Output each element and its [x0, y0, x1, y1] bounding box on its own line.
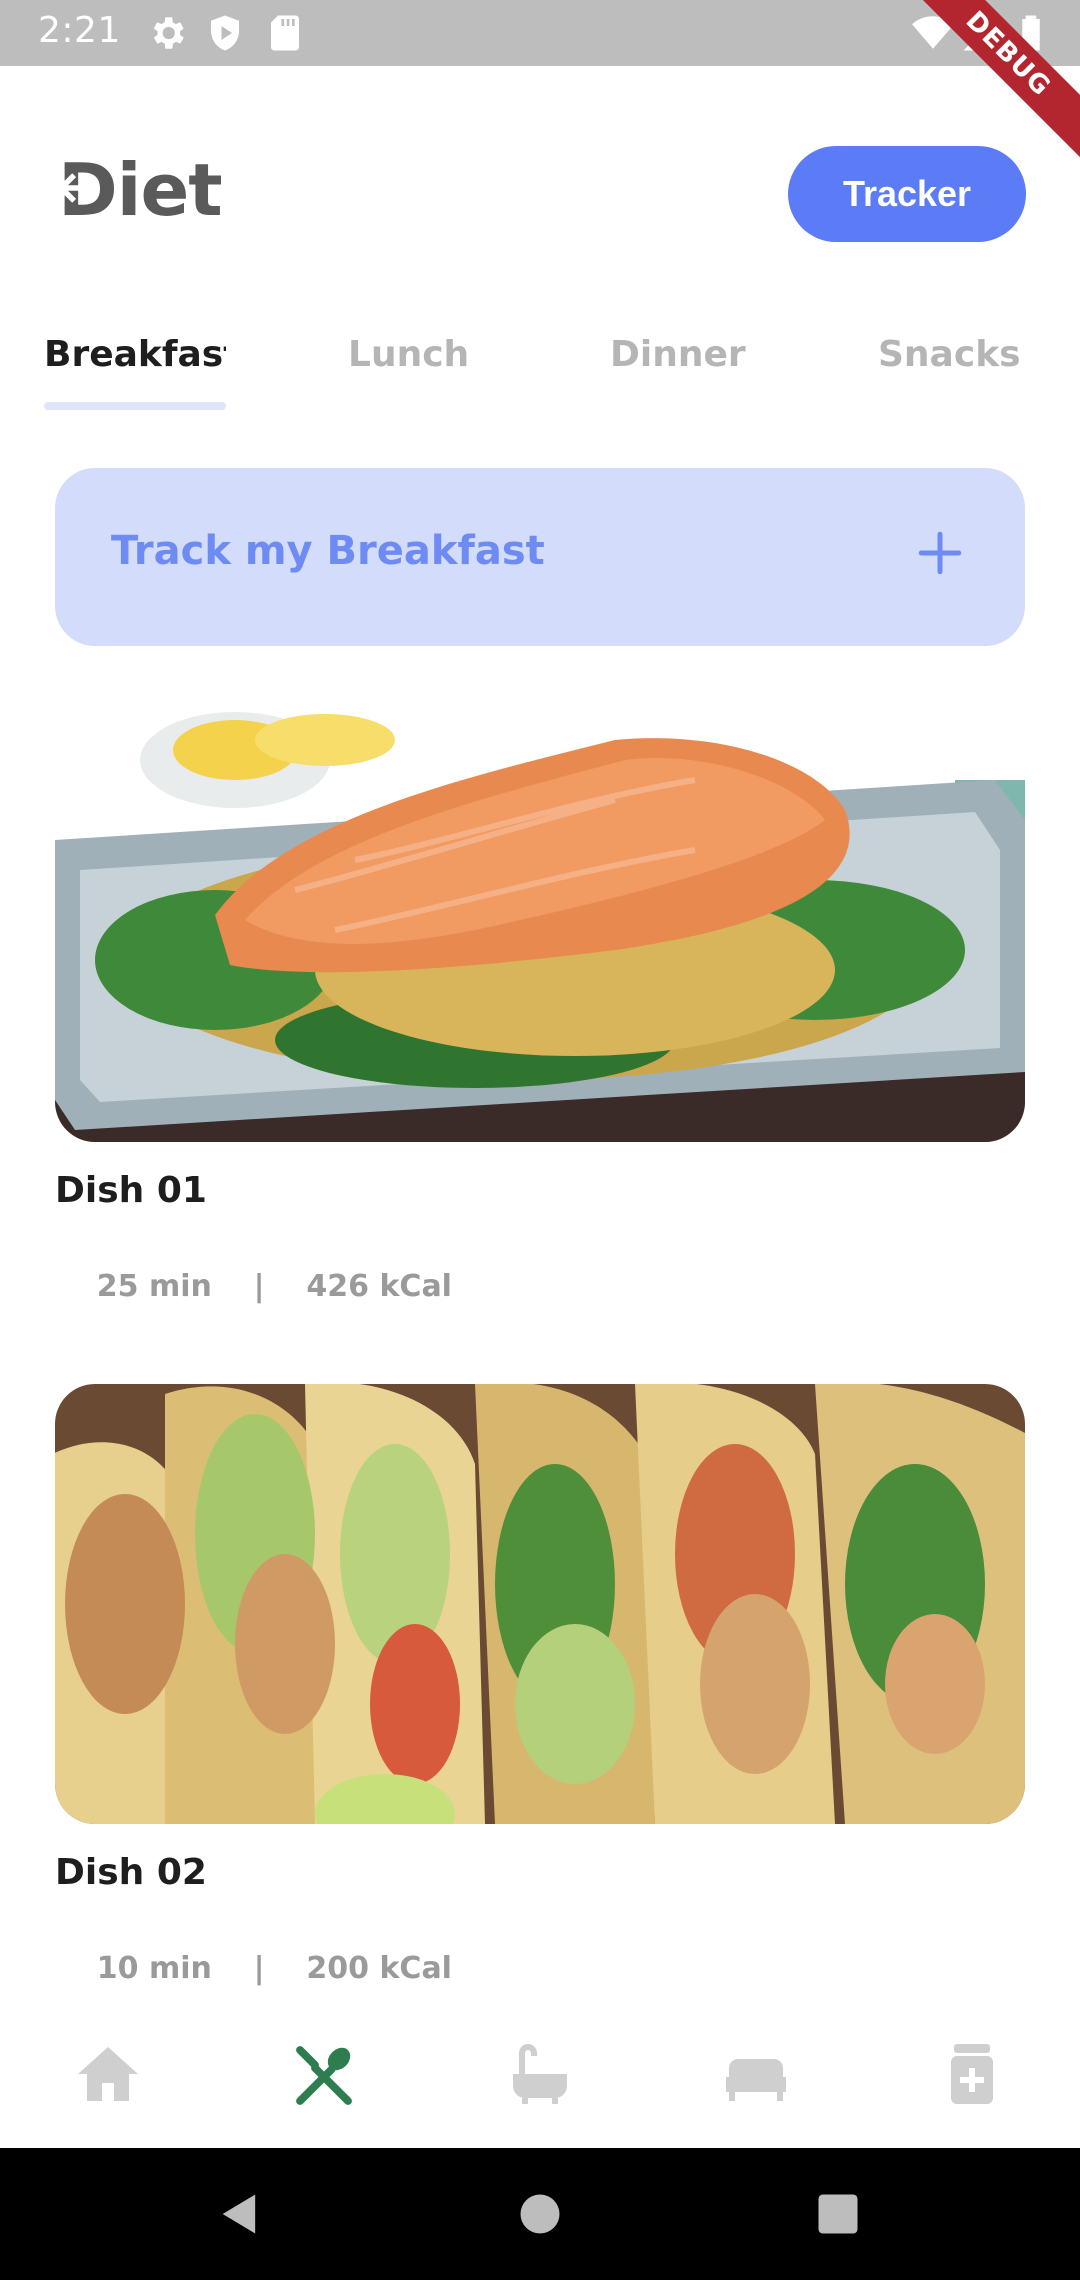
- medicine-icon[interactable]: [936, 2038, 1008, 2110]
- tab-dinner[interactable]: Dinner: [610, 334, 746, 375]
- fork-knife-icon[interactable]: [288, 2038, 360, 2110]
- play-protect-icon: [211, 15, 239, 51]
- status-bar: 2:21 DEBUG: [0, 0, 1080, 162]
- meta-separator: |: [253, 1951, 265, 1986]
- sd-card-icon: [271, 15, 299, 51]
- track-meal-card[interactable]: Track my Breakfast: [55, 468, 1025, 646]
- dish-name: Dish 01: [55, 1170, 207, 1211]
- dish-image: [55, 700, 1025, 1142]
- back-icon[interactable]: [214, 2188, 266, 2240]
- header: Diet Tracker: [0, 66, 1080, 306]
- dish-image: [55, 1384, 1025, 1824]
- active-tab-indicator: [44, 402, 226, 410]
- dish-card[interactable]: Dish 02 10 min | 200 kCal: [55, 1384, 1025, 1986]
- dish-calories: 200 kCal: [306, 1951, 452, 1986]
- dish-time: 10 min: [96, 1951, 212, 1986]
- recents-icon[interactable]: [812, 2188, 864, 2240]
- dish-meta: 25 min | 426 kCal: [55, 1234, 452, 1339]
- home-icon[interactable]: [72, 2038, 144, 2110]
- bed-icon[interactable]: [720, 2038, 792, 2110]
- track-meal-label: Track my Breakfast: [111, 528, 545, 574]
- tracker-button[interactable]: Tracker: [788, 146, 1026, 242]
- bathtub-icon[interactable]: [504, 2038, 576, 2110]
- tab-snacks[interactable]: Snacks: [878, 334, 1021, 375]
- back-arrow-icon[interactable]: [54, 166, 98, 210]
- dish-calories: 426 kCal: [306, 1269, 452, 1304]
- plus-icon[interactable]: [915, 528, 965, 578]
- meal-tabs: Breakfast Lunch Dinner Snacks: [0, 320, 1080, 420]
- bottom-navigation: [0, 2000, 1080, 2148]
- dish-name: Dish 02: [55, 1852, 207, 1893]
- tab-lunch[interactable]: Lunch: [348, 334, 469, 375]
- tab-breakfast[interactable]: Breakfast: [44, 334, 226, 375]
- meta-separator: |: [253, 1269, 265, 1304]
- home-circle-icon[interactable]: [514, 2188, 566, 2240]
- settings-icon: [153, 17, 184, 49]
- dish-time: 25 min: [96, 1269, 212, 1304]
- dish-card[interactable]: Dish 01 25 min | 426 kCal: [55, 700, 1025, 1304]
- system-navigation-bar: [0, 2148, 1080, 2280]
- status-time: 2:21: [38, 10, 121, 51]
